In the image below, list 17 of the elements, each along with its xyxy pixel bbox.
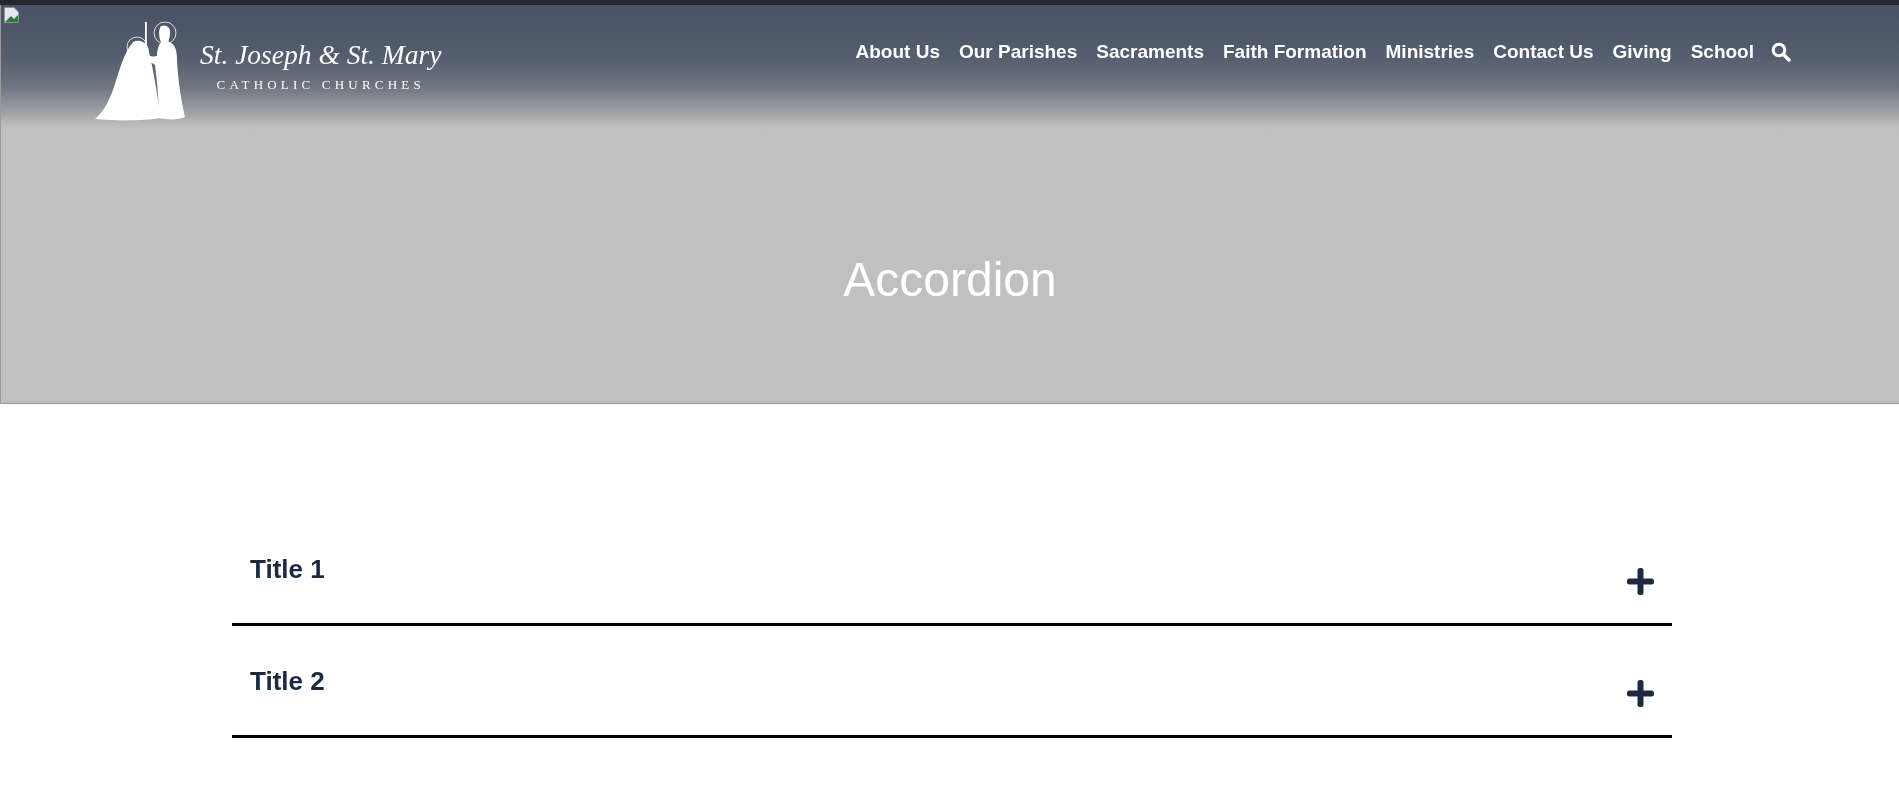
accordion-title[interactable]: Title 1 [250, 554, 325, 585]
nav-link[interactable]: Ministries [1385, 41, 1475, 63]
nav-link[interactable]: Faith Formation [1222, 41, 1367, 63]
nav-link[interactable]: Giving [1612, 41, 1672, 63]
logo-title: St. Joseph & St. Mary [200, 38, 442, 72]
logo-subtitle: CATHOLIC CHURCHES [216, 77, 425, 93]
nav-link[interactable]: School [1690, 41, 1754, 63]
nav-link[interactable]: About Us [855, 41, 940, 63]
plus-icon[interactable] [1627, 680, 1654, 707]
plus-icon[interactable] [1627, 568, 1654, 595]
search-icon[interactable] [1771, 42, 1791, 62]
accordion-title[interactable]: Title 2 [250, 666, 325, 697]
nav-link[interactable]: Our Parishes [958, 41, 1078, 63]
nav-link[interactable]: Contact Us [1493, 41, 1594, 63]
nav-link[interactable]: Sacraments [1096, 41, 1204, 63]
page-title: Accordion [842, 252, 1058, 308]
broken-image-icon [4, 7, 19, 23]
